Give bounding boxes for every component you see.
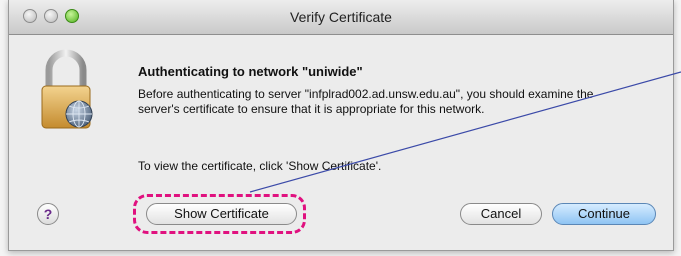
continue-label: Continue [577, 206, 631, 221]
title-bar[interactable]: Verify Certificate [9, 0, 673, 35]
verify-certificate-dialog: Verify Certificate Authenticating to net… [8, 0, 674, 251]
dialog-heading: Authenticating to network "uniwide" [138, 64, 363, 79]
dialog-message: Before authenticating to server "infplra… [138, 87, 594, 116]
padlock-globe-icon [41, 49, 93, 129]
cancel-button[interactable]: Cancel [460, 203, 542, 225]
help-button[interactable]: ? [37, 203, 59, 225]
cancel-label: Cancel [480, 206, 522, 221]
help-icon: ? [43, 206, 53, 222]
annotation-highlight-box [133, 194, 306, 234]
dialog-instruction: To view the certificate, click 'Show Cer… [138, 159, 382, 173]
continue-button[interactable]: Continue [552, 203, 656, 225]
window-title: Verify Certificate [290, 9, 392, 25]
